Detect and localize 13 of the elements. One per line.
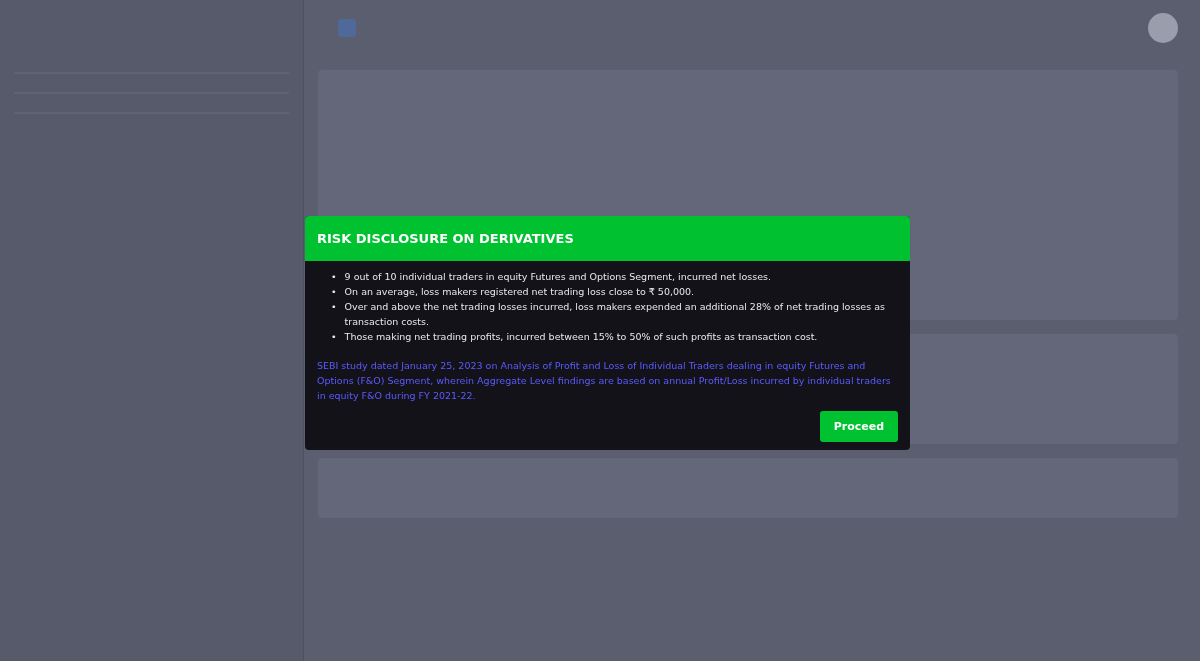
dialog-title: RISK DISCLOSURE ON DERIVATIVES <box>317 231 574 246</box>
bullet: • <box>331 300 337 314</box>
source-link[interactable]: SEBI study dated January 25, 2023 on Analysis of Profit and Loss of Individual Traders dealing in equity Futures and Options (F&O) Segment, wherein Aggregate Level findings are based on annual Profit/Loss incurred by individual traders in equity F&O during FY 2021-22. <box>317 358 898 403</box>
proceed-button[interactable]: Proceed <box>819 411 898 442</box>
bullet: • <box>331 270 337 284</box>
avatar-icon[interactable] <box>1148 13 1178 43</box>
disclosure-point: 9 out of 10 individual traders in equity Futures and Options Segment, incurred net losses. <box>344 270 772 284</box>
disclosure-point: On an average, loss makers registered net trading loss close to ₹ 50,000. <box>344 285 695 299</box>
disclosure-point: Over and above the net trading losses incurred, loss makers expended an additional 28% of net trading losses as transaction costs. <box>344 300 886 329</box>
bullet: • <box>331 330 337 344</box>
disclosure-point: Those making net trading profits, incurred between 15% to 50% of such profits as transaction cost. <box>344 330 818 344</box>
bullet: • <box>331 285 337 299</box>
logo-icon <box>338 19 356 37</box>
